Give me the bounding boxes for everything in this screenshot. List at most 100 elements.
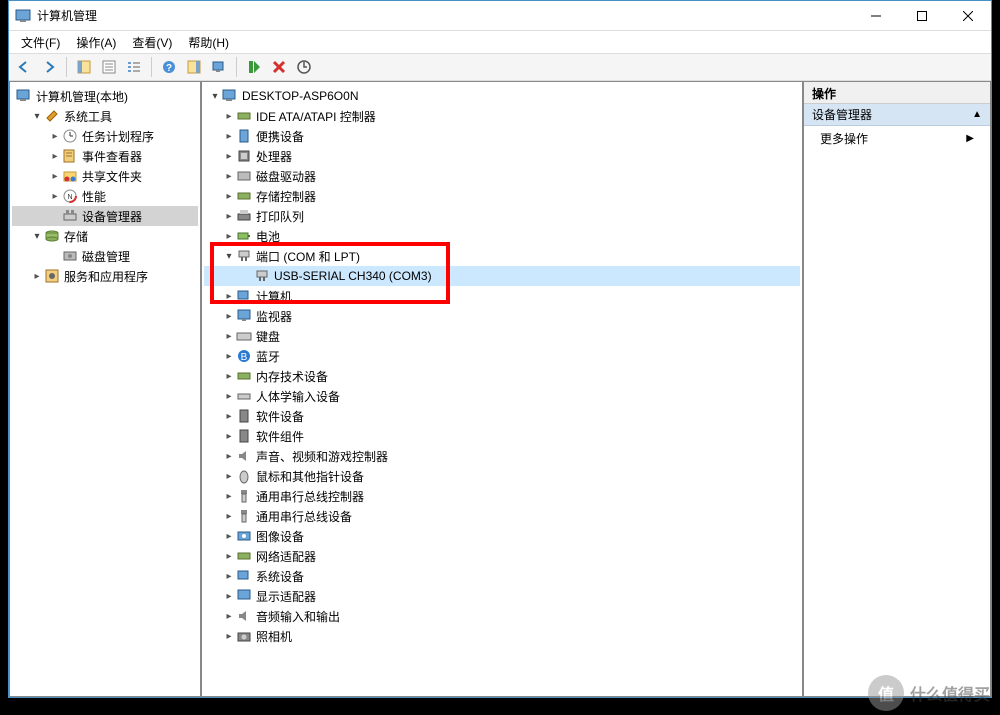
device-memory[interactable]: 内存技术设备 [204, 366, 800, 386]
expand-arrow-icon[interactable] [222, 551, 236, 562]
expand-arrow-icon[interactable] [222, 411, 236, 422]
enable-button[interactable] [243, 56, 265, 78]
menu-file[interactable]: 文件(F) [13, 32, 68, 53]
watermark-text: 什么值得买 [910, 681, 990, 705]
expand-arrow-icon[interactable] [30, 111, 44, 122]
update-driver-button[interactable] [293, 56, 315, 78]
expand-arrow-icon[interactable] [222, 391, 236, 402]
help-button[interactable]: ? [158, 56, 180, 78]
device-bluetooth[interactable]: B蓝牙 [204, 346, 800, 366]
expand-arrow-icon[interactable] [48, 191, 62, 202]
expand-arrow-icon[interactable] [222, 611, 236, 622]
tree-root-computer-mgmt[interactable]: 计算机管理(本地) [12, 86, 198, 106]
expand-arrow-icon[interactable] [222, 531, 236, 542]
device-ide[interactable]: IDE ATA/ATAPI 控制器 [204, 106, 800, 126]
event-icon [62, 148, 78, 164]
device-root[interactable]: DESKTOP-ASP6O0N [204, 86, 800, 106]
device-sound[interactable]: 声音、视频和游戏控制器 [204, 446, 800, 466]
tree-storage[interactable]: 存储 [12, 226, 198, 246]
expand-arrow-icon[interactable] [222, 571, 236, 582]
expand-arrow-icon[interactable] [48, 171, 62, 182]
device-keyboard[interactable]: 键盘 [204, 326, 800, 346]
expand-arrow-icon[interactable] [222, 311, 236, 322]
device-sysdevice[interactable]: 系统设备 [204, 566, 800, 586]
menu-action[interactable]: 操作(A) [68, 32, 124, 53]
device-audio[interactable]: 音频输入和输出 [204, 606, 800, 626]
expand-arrow-icon[interactable] [222, 171, 236, 182]
expand-arrow-icon[interactable] [222, 511, 236, 522]
maximize-button[interactable] [899, 1, 945, 30]
expand-arrow-icon[interactable] [48, 131, 62, 142]
disk-icon [236, 168, 252, 184]
expand-arrow-icon[interactable] [48, 151, 62, 162]
device-camera[interactable]: 照相机 [204, 626, 800, 646]
expand-arrow-icon[interactable] [222, 631, 236, 642]
tree-performance[interactable]: N 性能 [12, 186, 198, 206]
tree-system-tools[interactable]: 系统工具 [12, 106, 198, 126]
menu-view[interactable]: 查看(V) [124, 32, 180, 53]
device-storage-ctrl[interactable]: 存储控制器 [204, 186, 800, 206]
show-hide-tree-button[interactable] [73, 56, 95, 78]
device-hid[interactable]: 人体学输入设备 [204, 386, 800, 406]
expand-arrow-icon[interactable] [222, 191, 236, 202]
device-diskdrive[interactable]: 磁盘驱动器 [204, 166, 800, 186]
more-actions[interactable]: 更多操作 ▶ [804, 126, 990, 151]
device-softdevice[interactable]: 软件设备 [204, 406, 800, 426]
expand-arrow-icon[interactable] [222, 211, 236, 222]
device-network[interactable]: 网络适配器 [204, 546, 800, 566]
device-processor[interactable]: 处理器 [204, 146, 800, 166]
expand-arrow-icon[interactable] [30, 231, 44, 242]
device-imaging[interactable]: 图像设备 [204, 526, 800, 546]
expand-arrow-icon[interactable] [222, 351, 236, 362]
expand-arrow-icon[interactable] [208, 91, 222, 102]
disable-button[interactable] [268, 56, 290, 78]
device-monitor[interactable]: 监视器 [204, 306, 800, 326]
device-usb-serial[interactable]: USB-SERIAL CH340 (COM3) [204, 266, 800, 286]
expand-arrow-icon[interactable] [222, 331, 236, 342]
actions-section[interactable]: 设备管理器 ▲ [804, 104, 990, 126]
tree-label: 服务和应用程序 [64, 268, 148, 285]
list-button[interactable] [123, 56, 145, 78]
device-battery[interactable]: 电池 [204, 226, 800, 246]
device-portable[interactable]: 便携设备 [204, 126, 800, 146]
expand-arrow-icon[interactable] [222, 111, 236, 122]
tree-label: IDE ATA/ATAPI 控制器 [256, 108, 376, 125]
minimize-button[interactable] [853, 1, 899, 30]
tree-shared-folders[interactable]: 共享文件夹 [12, 166, 198, 186]
tree-disk-mgmt[interactable]: 磁盘管理 [12, 246, 198, 266]
storage-icon [44, 228, 60, 244]
tree-services-apps[interactable]: 服务和应用程序 [12, 266, 198, 286]
window-controls [853, 1, 991, 30]
close-button[interactable] [945, 1, 991, 30]
expand-arrow-icon[interactable] [222, 371, 236, 382]
expand-arrow-icon[interactable] [222, 471, 236, 482]
device-usbdevice[interactable]: 通用串行总线设备 [204, 506, 800, 526]
expand-arrow-icon[interactable] [222, 591, 236, 602]
tree-event-viewer[interactable]: 事件查看器 [12, 146, 198, 166]
device-display[interactable]: 显示适配器 [204, 586, 800, 606]
expand-arrow-icon[interactable] [222, 151, 236, 162]
expand-arrow-icon[interactable] [222, 231, 236, 242]
expand-arrow-icon[interactable] [222, 431, 236, 442]
tree-label: 磁盘管理 [82, 248, 130, 265]
tree-task-scheduler[interactable]: 任务计划程序 [12, 126, 198, 146]
expand-arrow-icon[interactable] [222, 291, 236, 302]
device-softcomponent[interactable]: 软件组件 [204, 426, 800, 446]
device-usbctrl[interactable]: 通用串行总线控制器 [204, 486, 800, 506]
back-button[interactable] [13, 56, 35, 78]
tree-device-manager[interactable]: 设备管理器 [12, 206, 198, 226]
device-printqueue[interactable]: 打印队列 [204, 206, 800, 226]
expand-arrow-icon[interactable] [222, 131, 236, 142]
forward-button[interactable] [38, 56, 60, 78]
device-mouse[interactable]: 鼠标和其他指针设备 [204, 466, 800, 486]
device-computer[interactable]: 计算机 [204, 286, 800, 306]
expand-arrow-icon[interactable] [222, 451, 236, 462]
device-ports[interactable]: 端口 (COM 和 LPT) [204, 246, 800, 266]
expand-arrow-icon[interactable] [222, 251, 236, 262]
properties-button[interactable] [98, 56, 120, 78]
expand-arrow-icon[interactable] [222, 491, 236, 502]
expand-arrow-icon[interactable] [30, 271, 44, 282]
action-pane-button[interactable] [183, 56, 205, 78]
scan-hardware-button[interactable] [208, 56, 230, 78]
menu-help[interactable]: 帮助(H) [180, 32, 237, 53]
